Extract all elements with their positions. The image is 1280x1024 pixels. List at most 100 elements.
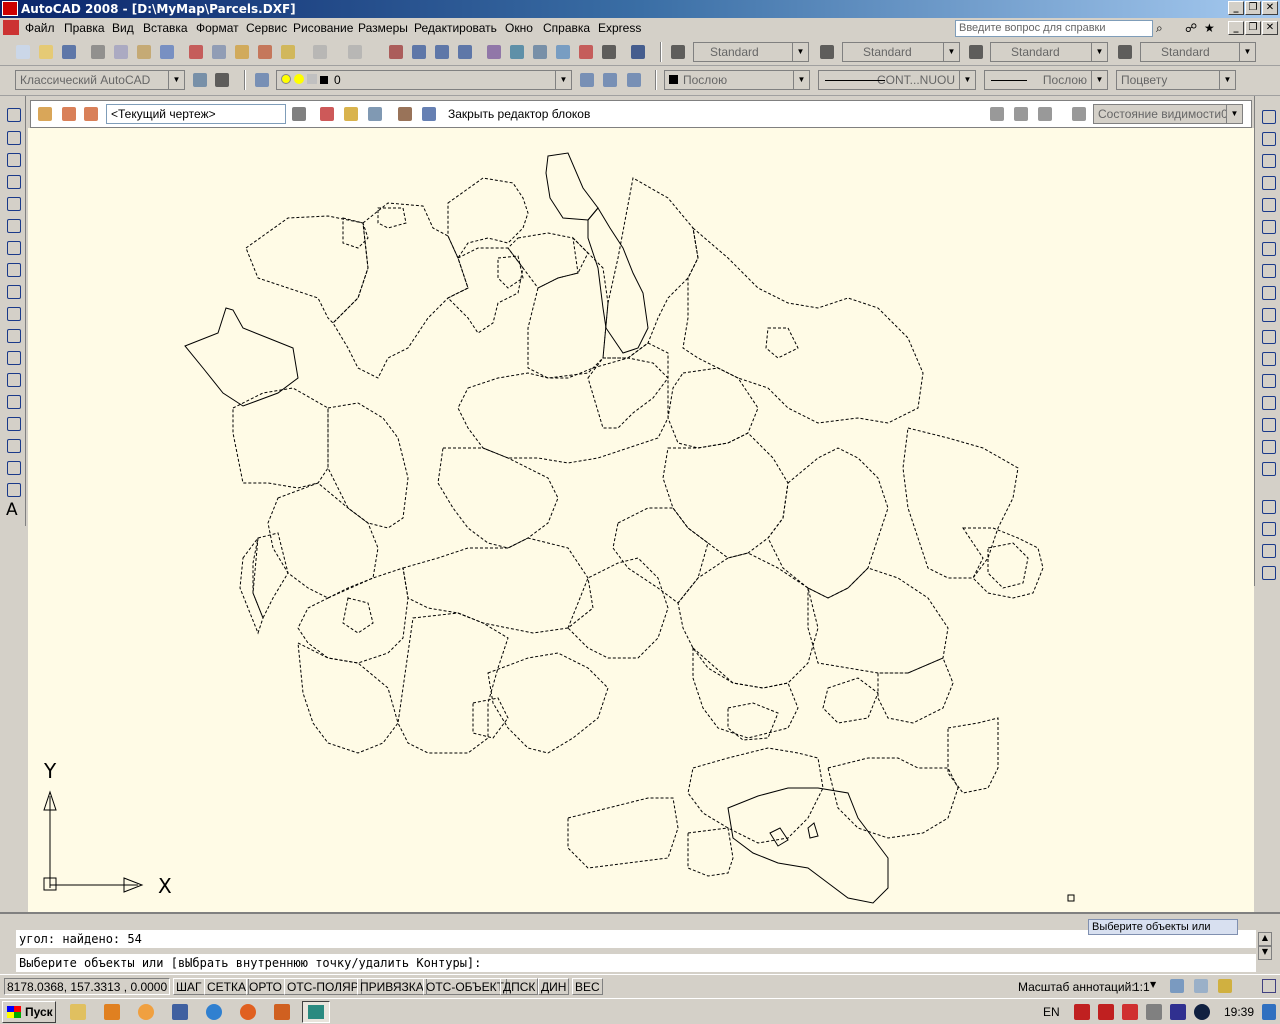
quick-launch-icon[interactable] xyxy=(138,1004,154,1020)
parcel-map-drawing[interactable]: Y X xyxy=(28,128,1254,912)
scroll-up-icon[interactable]: ▲ xyxy=(1258,932,1272,946)
dynamic-input-toggle[interactable]: ДИН xyxy=(538,978,570,995)
redo-icon[interactable] xyxy=(345,42,365,62)
explorer-icon[interactable] xyxy=(70,1004,86,1020)
block-editor-icon[interactable] xyxy=(278,42,298,62)
tray-icon-7[interactable] xyxy=(1262,1004,1276,1020)
text-style-select[interactable]: Standard ▼ xyxy=(693,42,809,62)
visibility-mode-icon[interactable] xyxy=(987,104,1007,124)
menu-format[interactable]: Формат xyxy=(196,21,239,35)
open-file-icon[interactable] xyxy=(36,42,56,62)
polygon-icon[interactable] xyxy=(3,171,23,191)
menu-edit[interactable]: Правка xyxy=(64,21,105,35)
move-icon[interactable] xyxy=(1258,216,1278,236)
circle-icon[interactable] xyxy=(3,237,23,257)
region-icon[interactable] xyxy=(3,457,23,477)
lineweight-select[interactable]: Послою ▼ xyxy=(984,70,1108,90)
match-properties-icon[interactable] xyxy=(255,42,275,62)
visibility-state-select[interactable]: Состояние видимости0 ▼ xyxy=(1093,104,1243,124)
doc-minimize-button[interactable]: _ xyxy=(1228,21,1244,35)
media-player-icon[interactable] xyxy=(104,1004,120,1020)
menu-help[interactable]: Справка xyxy=(543,21,590,35)
draworder-front-icon[interactable] xyxy=(1258,496,1278,516)
annotation-scale-value[interactable]: 1:1 xyxy=(1133,980,1150,994)
publish-icon[interactable] xyxy=(134,42,154,62)
cut-icon[interactable] xyxy=(186,42,206,62)
arc-icon[interactable] xyxy=(3,215,23,235)
draworder-above-icon[interactable] xyxy=(1258,540,1278,560)
action-icon[interactable] xyxy=(341,104,361,124)
tray-icon-4[interactable] xyxy=(1146,1004,1162,1020)
chamfer-icon[interactable] xyxy=(1258,414,1278,434)
chevron-down-icon[interactable]: ▼ xyxy=(1150,980,1156,989)
break-icon[interactable] xyxy=(1258,370,1278,390)
draworder-under-icon[interactable] xyxy=(1258,562,1278,582)
object-tracking-toggle[interactable]: ОТС-ОБЪЕКТ xyxy=(423,978,507,995)
rotate-icon[interactable] xyxy=(1258,238,1278,258)
save-block-as-icon[interactable] xyxy=(81,104,101,124)
3d-dwf-icon[interactable] xyxy=(157,42,177,62)
make-current-layer-icon[interactable] xyxy=(577,70,597,90)
extend-icon[interactable] xyxy=(1258,326,1278,346)
markup-icon[interactable] xyxy=(576,42,596,62)
rectangle-icon[interactable] xyxy=(3,193,23,213)
menu-window[interactable]: Окно xyxy=(505,21,533,35)
menu-view[interactable]: Вид xyxy=(112,21,134,35)
stretch-icon[interactable] xyxy=(1258,282,1278,302)
menu-modify[interactable]: Редактировать xyxy=(414,21,497,35)
mleader-style-select[interactable]: Standard ▼ xyxy=(1140,42,1256,62)
save-app-icon[interactable] xyxy=(172,1004,188,1020)
point-icon[interactable] xyxy=(3,391,23,411)
table-style-select[interactable]: Standard ▼ xyxy=(990,42,1108,62)
start-button[interactable]: Пуск xyxy=(2,1001,56,1023)
clean-screen-icon[interactable] xyxy=(1262,979,1276,993)
dim-style-select[interactable]: Standard ▼ xyxy=(842,42,960,62)
grid-toggle[interactable]: СЕТКА xyxy=(204,978,249,995)
menu-file[interactable]: Файл xyxy=(25,21,55,35)
update-parameter-icon[interactable] xyxy=(395,104,415,124)
firefox-icon[interactable] xyxy=(240,1004,256,1020)
dynamic-ucs-toggle[interactable]: ДПСК xyxy=(500,978,539,995)
tray-icon-5[interactable] xyxy=(1170,1004,1186,1020)
tray-icon-6[interactable] xyxy=(1194,1004,1210,1020)
authoring-palettes-icon[interactable] xyxy=(289,104,309,124)
internet-explorer-icon[interactable] xyxy=(206,1004,222,1020)
properties-icon[interactable] xyxy=(484,42,504,62)
table-icon[interactable] xyxy=(3,479,23,499)
tool-palettes-icon[interactable] xyxy=(530,42,550,62)
draworder-back-icon[interactable] xyxy=(1258,518,1278,538)
insert-block-icon[interactable] xyxy=(3,347,23,367)
make-block-icon[interactable] xyxy=(3,369,23,389)
array-icon[interactable] xyxy=(1258,194,1278,214)
ellipse-arc-icon[interactable] xyxy=(3,325,23,345)
line-icon[interactable] xyxy=(3,104,23,124)
autocad-app-icon[interactable] xyxy=(2,1,18,16)
plot-preview-icon[interactable] xyxy=(111,42,131,62)
polyline-icon[interactable] xyxy=(3,149,23,169)
doc-restore-button[interactable]: ❐ xyxy=(1245,21,1261,35)
ortho-toggle[interactable]: ОРТО xyxy=(246,978,285,995)
current-drawing-field[interactable]: <Текущий чертеж> xyxy=(106,104,286,124)
object-snap-toggle[interactable]: ПРИВЯЗКА xyxy=(357,978,427,995)
help-icon[interactable] xyxy=(628,42,648,62)
ellipse-icon[interactable] xyxy=(3,303,23,323)
table-style-icon[interactable] xyxy=(966,42,986,62)
mirror-icon[interactable] xyxy=(1258,150,1278,170)
doc-close-button[interactable]: ✕ xyxy=(1262,21,1278,35)
define-attribute-icon[interactable] xyxy=(365,104,385,124)
parameter-icon[interactable] xyxy=(317,104,337,124)
help-search-input[interactable]: Введите вопрос для справки xyxy=(955,20,1153,37)
menu-tools[interactable]: Сервис xyxy=(246,21,287,35)
scroll-down-icon[interactable]: ▼ xyxy=(1258,946,1272,960)
search-icon[interactable]: ⌕ xyxy=(1156,21,1163,36)
multiline-text-icon[interactable]: A xyxy=(6,500,18,520)
explode-icon[interactable] xyxy=(1258,458,1278,478)
calculator-icon[interactable] xyxy=(599,42,619,62)
language-indicator[interactable]: EN xyxy=(1043,1005,1060,1019)
revision-cloud-icon[interactable] xyxy=(3,259,23,279)
close-block-editor-button[interactable]: Закрыть редактор блоков xyxy=(448,107,590,121)
menu-draw[interactable]: Рисование xyxy=(293,21,353,35)
save-icon[interactable] xyxy=(59,42,79,62)
autocad-taskbar-button[interactable] xyxy=(302,1001,330,1023)
command-prompt[interactable]: Выберите объекты или [вЫбрать внутреннюю… xyxy=(16,954,1256,972)
